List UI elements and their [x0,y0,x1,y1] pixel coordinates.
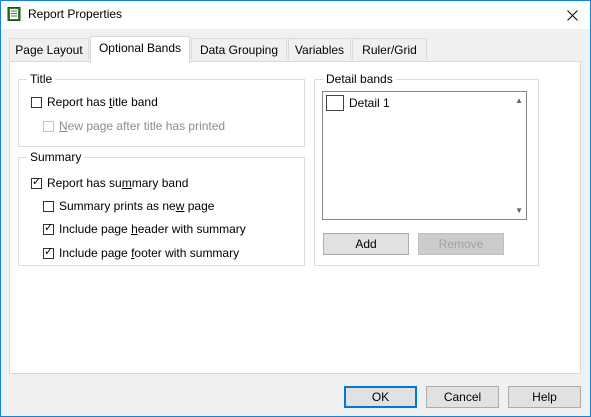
tab-label: Data Grouping [199,43,279,57]
button-label: Cancel [443,390,482,404]
detail-bands-label: Detail bands [323,72,396,86]
add-band-button[interactable]: Add [323,233,409,255]
checkbox-label: Report has summary band [47,176,189,190]
tab-variables[interactable]: Variables [288,38,351,60]
band-swatch [326,95,344,111]
checkbox-label: New page after title has printed [59,119,226,133]
tab-label: Variables [294,43,345,57]
report-properties-dialog: Report Properties Page Layout Optional B… [0,0,591,417]
report-app-icon [7,7,21,21]
summary-new-page-checkbox[interactable]: Summary prints as new page [43,199,214,213]
checkbox-box [43,200,54,212]
button-label: Remove [438,237,484,251]
button-label: Help [532,390,557,404]
window-title: Report Properties [28,7,123,21]
include-page-footer-checkbox[interactable]: ✓ Include page footer with summary [43,246,239,260]
tab-label: Optional Bands [98,41,182,55]
cancel-button[interactable]: Cancel [426,386,499,408]
checkbox-box [31,96,42,108]
tab-strip: Page Layout Optional Bands Data Grouping… [9,36,581,63]
tab-page-layout[interactable]: Page Layout [9,38,89,60]
checkbox-label: Report has title band [47,95,158,109]
checkbox-box: ✓ [31,175,42,189]
list-item-label: Detail 1 [349,96,390,110]
checkbox-box [43,120,54,132]
checkmark-icon: ✓ [44,221,54,234]
tab-data-grouping[interactable]: Data Grouping [191,38,287,60]
checkbox-box: ✓ [43,245,54,259]
remove-band-button[interactable]: Remove [418,233,504,255]
help-button[interactable]: Help [508,386,581,408]
report-has-title-band-checkbox[interactable]: Report has title band [31,95,158,109]
checkmark-icon: ✓ [32,175,42,188]
checkbox-label: Include page header with summary [59,222,246,236]
checkbox-label: Summary prints as new page [59,199,215,213]
title-group: Title Report has title band New page aft… [18,72,305,147]
scroll-down-arrow-icon[interactable]: ▼ [515,206,523,215]
detail-bands-list[interactable]: Detail 1 ▲ ▼ [322,91,527,220]
tab-ruler-grid[interactable]: Ruler/Grid [352,38,427,60]
include-page-header-checkbox[interactable]: ✓ Include page header with summary [43,222,246,236]
button-label: Add [355,237,377,251]
checkmark-icon: ✓ [44,245,54,258]
tab-label: Ruler/Grid [362,43,417,57]
report-has-summary-band-checkbox[interactable]: ✓ Report has summary band [31,176,188,190]
tab-label: Page Layout [15,43,83,57]
new-page-after-title-checkbox[interactable]: New page after title has printed [43,119,225,133]
close-button[interactable] [554,1,590,29]
checkbox-label: Include page footer with summary [59,246,240,260]
checkbox-box: ✓ [43,221,54,235]
optional-bands-panel: Title Report has title band New page aft… [9,61,581,374]
title-group-label: Title [27,72,56,86]
summary-group: Summary ✓ Report has summary band Summar… [18,150,305,266]
button-label: OK [371,390,390,404]
scroll-up-arrow-icon[interactable]: ▲ [515,96,523,105]
summary-group-label: Summary [27,150,85,164]
ok-button[interactable]: OK [344,386,417,408]
tab-optional-bands[interactable]: Optional Bands [90,36,190,63]
title-bar: Report Properties [1,1,590,29]
close-icon [566,9,578,21]
list-item[interactable]: Detail 1 [326,95,390,111]
